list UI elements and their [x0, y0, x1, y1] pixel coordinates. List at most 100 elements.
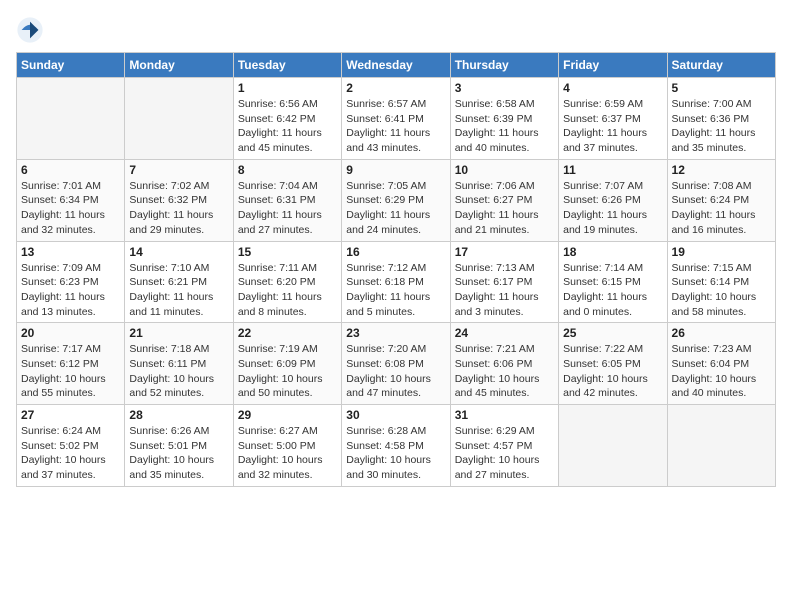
day-info: Sunrise: 6:59 AMSunset: 6:37 PMDaylight:…	[563, 97, 662, 156]
day-info: Sunrise: 6:24 AMSunset: 5:02 PMDaylight:…	[21, 424, 120, 483]
day-header-sunday: Sunday	[17, 53, 125, 78]
day-cell-28: 28 Sunrise: 6:26 AMSunset: 5:01 PMDayligh…	[125, 405, 233, 487]
day-number: 18	[563, 245, 662, 259]
day-info: Sunrise: 7:06 AMSunset: 6:27 PMDaylight:…	[455, 179, 554, 238]
day-number: 12	[672, 163, 771, 177]
day-info: Sunrise: 7:14 AMSunset: 6:15 PMDaylight:…	[563, 261, 662, 320]
day-number: 25	[563, 326, 662, 340]
day-number: 28	[129, 408, 228, 422]
day-header-monday: Monday	[125, 53, 233, 78]
day-number: 14	[129, 245, 228, 259]
day-number: 4	[563, 81, 662, 95]
day-header-friday: Friday	[559, 53, 667, 78]
day-header-wednesday: Wednesday	[342, 53, 450, 78]
day-cell-26: 26 Sunrise: 7:23 AMSunset: 6:04 PMDayligh…	[667, 323, 775, 405]
day-number: 22	[238, 326, 337, 340]
day-cell-25: 25 Sunrise: 7:22 AMSunset: 6:05 PMDayligh…	[559, 323, 667, 405]
day-cell-16: 16 Sunrise: 7:12 AMSunset: 6:18 PMDayligh…	[342, 241, 450, 323]
day-info: Sunrise: 7:09 AMSunset: 6:23 PMDaylight:…	[21, 261, 120, 320]
day-number: 19	[672, 245, 771, 259]
day-cell-15: 15Sunrise: 7:11 AMSunset: 6:20 PMDayligh…	[233, 241, 341, 323]
day-cell-7: 7 Sunrise: 7:02 AMSunset: 6:32 PMDaylight…	[125, 159, 233, 241]
day-info: Sunrise: 7:02 AMSunset: 6:32 PMDaylight:…	[129, 179, 228, 238]
day-cell-18: 18 Sunrise: 7:14 AMSunset: 6:15 PMDayligh…	[559, 241, 667, 323]
day-cell-17: 17Sunrise: 7:13 AMSunset: 6:17 PMDayligh…	[450, 241, 558, 323]
day-cell-22: 22 Sunrise: 7:19 AMSunset: 6:09 PMDayligh…	[233, 323, 341, 405]
day-info: Sunrise: 7:15 AMSunset: 6:14 PMDaylight:…	[672, 261, 771, 320]
day-info: Sunrise: 6:57 AMSunset: 6:41 PMDaylight:…	[346, 97, 445, 156]
day-info: Sunrise: 7:12 AMSunset: 6:18 PMDaylight:…	[346, 261, 445, 320]
day-info: Sunrise: 6:27 AMSunset: 5:00 PMDaylight:…	[238, 424, 337, 483]
day-info: Sunrise: 7:00 AMSunset: 6:36 PMDaylight:…	[672, 97, 771, 156]
logo-icon	[16, 16, 44, 44]
day-number: 29	[238, 408, 337, 422]
day-info: Sunrise: 7:18 AMSunset: 6:11 PMDaylight:…	[129, 342, 228, 401]
day-info: Sunrise: 6:56 AMSunset: 6:42 PMDaylight:…	[238, 97, 337, 156]
day-info: Sunrise: 7:20 AMSunset: 6:08 PMDaylight:…	[346, 342, 445, 401]
day-cell-3: 3 Sunrise: 6:58 AMSunset: 6:39 PMDaylight…	[450, 78, 558, 160]
day-number: 2	[346, 81, 445, 95]
day-info: Sunrise: 7:23 AMSunset: 6:04 PMDaylight:…	[672, 342, 771, 401]
calendar-week-5: 27 Sunrise: 6:24 AMSunset: 5:02 PMDayligh…	[17, 405, 776, 487]
day-cell-5: 5 Sunrise: 7:00 AMSunset: 6:36 PMDaylight…	[667, 78, 775, 160]
day-cell-6: 6Sunrise: 7:01 AMSunset: 6:34 PMDaylight…	[17, 159, 125, 241]
day-info: Sunrise: 6:29 AMSunset: 4:57 PMDaylight:…	[455, 424, 554, 483]
day-info: Sunrise: 7:21 AMSunset: 6:06 PMDaylight:…	[455, 342, 554, 401]
day-number: 3	[455, 81, 554, 95]
day-info: Sunrise: 7:17 AMSunset: 6:12 PMDaylight:…	[21, 342, 120, 401]
day-info: Sunrise: 6:58 AMSunset: 6:39 PMDaylight:…	[455, 97, 554, 156]
day-number: 8	[238, 163, 337, 177]
day-number: 30	[346, 408, 445, 422]
empty-cell	[559, 405, 667, 487]
calendar-header-row: SundayMondayTuesdayWednesdayThursdayFrid…	[17, 53, 776, 78]
day-number: 13	[21, 245, 120, 259]
day-cell-31: 31 Sunrise: 6:29 AMSunset: 4:57 PMDayligh…	[450, 405, 558, 487]
day-cell-24: 24Sunrise: 7:21 AMSunset: 6:06 PMDayligh…	[450, 323, 558, 405]
day-number: 5	[672, 81, 771, 95]
calendar-week-1: 1 Sunrise: 6:56 AMSunset: 6:42 PMDaylight…	[17, 78, 776, 160]
day-number: 31	[455, 408, 554, 422]
day-number: 27	[21, 408, 120, 422]
day-info: Sunrise: 7:19 AMSunset: 6:09 PMDaylight:…	[238, 342, 337, 401]
day-info: Sunrise: 7:11 AMSunset: 6:20 PMDaylight:…	[238, 261, 337, 320]
day-cell-14: 14 Sunrise: 7:10 AMSunset: 6:21 PMDayligh…	[125, 241, 233, 323]
day-info: Sunrise: 6:28 AMSunset: 4:58 PMDaylight:…	[346, 424, 445, 483]
day-number: 11	[563, 163, 662, 177]
calendar-week-4: 20 Sunrise: 7:17 AMSunset: 6:12 PMDayligh…	[17, 323, 776, 405]
day-cell-11: 11 Sunrise: 7:07 AMSunset: 6:26 PMDayligh…	[559, 159, 667, 241]
day-number: 16	[346, 245, 445, 259]
day-header-saturday: Saturday	[667, 53, 775, 78]
empty-cell	[17, 78, 125, 160]
day-cell-20: 20 Sunrise: 7:17 AMSunset: 6:12 PMDayligh…	[17, 323, 125, 405]
day-number: 23	[346, 326, 445, 340]
page-header	[16, 16, 776, 44]
day-cell-13: 13 Sunrise: 7:09 AMSunset: 6:23 PMDayligh…	[17, 241, 125, 323]
day-cell-2: 2 Sunrise: 6:57 AMSunset: 6:41 PMDaylight…	[342, 78, 450, 160]
day-header-thursday: Thursday	[450, 53, 558, 78]
day-info: Sunrise: 7:10 AMSunset: 6:21 PMDaylight:…	[129, 261, 228, 320]
day-cell-1: 1 Sunrise: 6:56 AMSunset: 6:42 PMDaylight…	[233, 78, 341, 160]
day-number: 21	[129, 326, 228, 340]
day-number: 1	[238, 81, 337, 95]
day-number: 10	[455, 163, 554, 177]
day-cell-23: 23 Sunrise: 7:20 AMSunset: 6:08 PMDayligh…	[342, 323, 450, 405]
logo	[16, 16, 48, 44]
empty-cell	[125, 78, 233, 160]
day-cell-29: 29 Sunrise: 6:27 AMSunset: 5:00 PMDayligh…	[233, 405, 341, 487]
day-cell-21: 21 Sunrise: 7:18 AMSunset: 6:11 PMDayligh…	[125, 323, 233, 405]
day-cell-9: 9Sunrise: 7:05 AMSunset: 6:29 PMDaylight…	[342, 159, 450, 241]
empty-cell	[667, 405, 775, 487]
day-info: Sunrise: 7:01 AMSunset: 6:34 PMDaylight:…	[21, 179, 120, 238]
day-number: 26	[672, 326, 771, 340]
calendar-table: SundayMondayTuesdayWednesdayThursdayFrid…	[16, 52, 776, 487]
day-info: Sunrise: 7:22 AMSunset: 6:05 PMDaylight:…	[563, 342, 662, 401]
day-cell-19: 19 Sunrise: 7:15 AMSunset: 6:14 PMDayligh…	[667, 241, 775, 323]
day-info: Sunrise: 7:07 AMSunset: 6:26 PMDaylight:…	[563, 179, 662, 238]
day-header-tuesday: Tuesday	[233, 53, 341, 78]
day-info: Sunrise: 6:26 AMSunset: 5:01 PMDaylight:…	[129, 424, 228, 483]
day-number: 20	[21, 326, 120, 340]
day-number: 7	[129, 163, 228, 177]
day-cell-10: 10 Sunrise: 7:06 AMSunset: 6:27 PMDayligh…	[450, 159, 558, 241]
day-number: 17	[455, 245, 554, 259]
day-cell-30: 30 Sunrise: 6:28 AMSunset: 4:58 PMDayligh…	[342, 405, 450, 487]
